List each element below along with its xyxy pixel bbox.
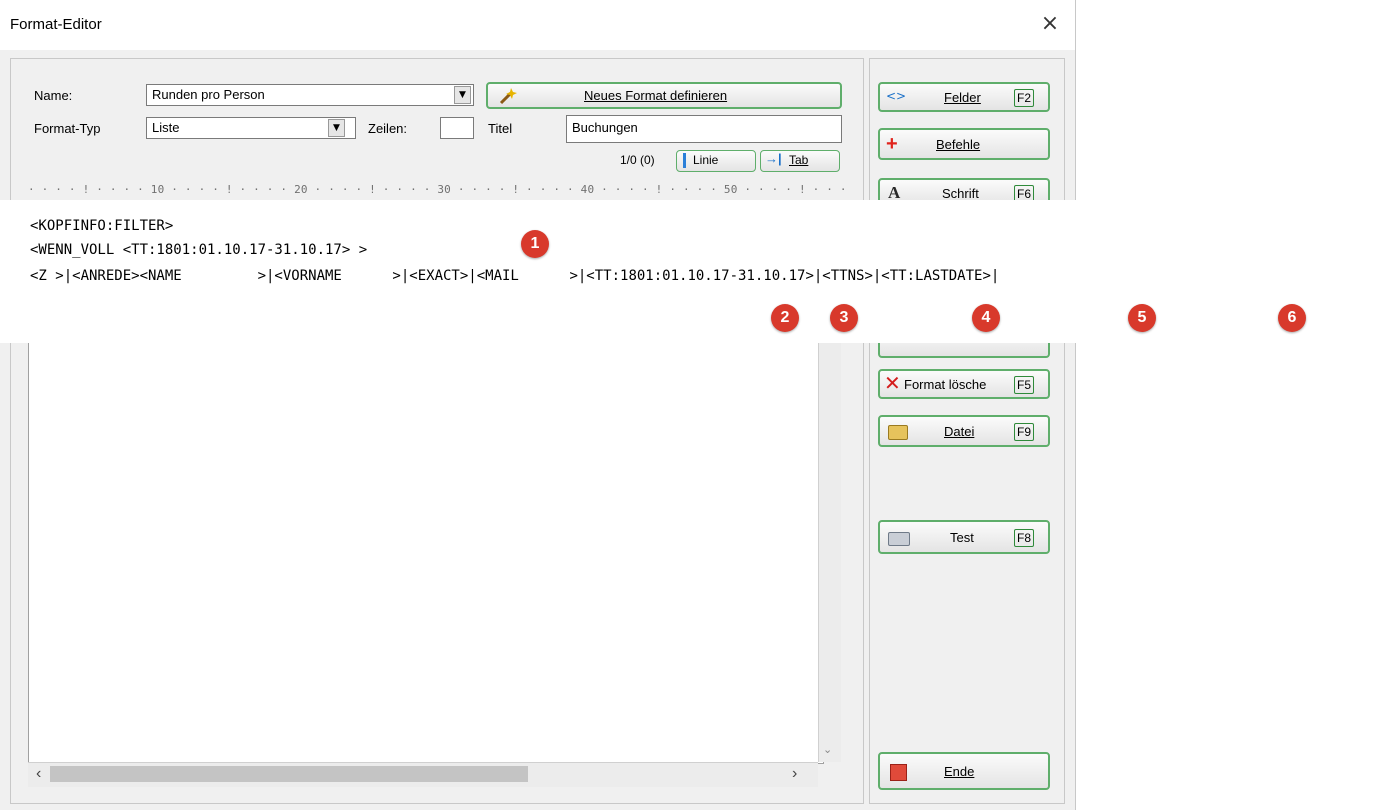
annotation-marker-3: 3: [830, 304, 858, 332]
chevron-down-icon[interactable]: ▼: [454, 86, 471, 104]
fields-shortcut: F2: [1014, 89, 1035, 107]
code-line-2[interactable]: <WENN_VOLL <TT:1801:01.10.17-31.10.17> >: [30, 242, 367, 258]
end-label: Ende: [944, 764, 975, 779]
format-editor-window: Format-Editor × Name: Runden pro Person …: [0, 0, 1076, 810]
line-button-label: Linie: [693, 153, 719, 167]
file-label: Datei: [944, 424, 975, 439]
line-icon: [683, 153, 686, 168]
tab-button-label: Tab: [789, 153, 809, 167]
fields-label: Felder: [944, 90, 981, 105]
format-type-select[interactable]: Liste: [146, 117, 356, 139]
title-bar: Format-Editor ×: [0, 0, 1075, 50]
close-icon[interactable]: ×: [1036, 10, 1064, 38]
file-shortcut: F9: [1014, 423, 1035, 441]
delete-format-label: Format lösche: [904, 377, 987, 392]
annotation-marker-4: 4: [972, 304, 1000, 332]
line-button[interactable]: Linie: [676, 150, 756, 172]
format-type-label: Format-Typ: [34, 121, 101, 136]
scroll-right-icon[interactable]: ›: [792, 765, 797, 783]
title-label: Titel: [488, 121, 513, 136]
annotation-marker-1: 1: [521, 230, 549, 258]
name-label: Name:: [34, 88, 73, 103]
delete-format-shortcut: F5: [1014, 376, 1035, 394]
commands-button[interactable]: + Befehle: [878, 128, 1050, 160]
test-button[interactable]: Test F8: [878, 520, 1050, 554]
code-line-3[interactable]: <Z >|<ANREDE><NAME >|<VORNAME >|<EXACT>|…: [30, 268, 999, 284]
annotation-marker-5: 5: [1128, 304, 1156, 332]
chevron-down-icon[interactable]: ▼: [328, 119, 345, 137]
delete-x-icon: ✕: [884, 373, 901, 395]
rows-label: Zeilen:: [368, 121, 408, 136]
name-select[interactable]: Runden pro Person: [146, 84, 474, 106]
code-line-1[interactable]: <KOPFINFO:FILTER>: [30, 218, 173, 234]
test-label: Test: [950, 530, 974, 545]
commands-label: Befehle: [936, 137, 981, 152]
magic-wand-icon: [499, 88, 517, 105]
fields-icon: <>: [886, 89, 907, 103]
code-zoom-overlay: <KOPFINFO:FILTER> <WENN_VOLL <TT:1801:01…: [0, 200, 1377, 343]
fields-button[interactable]: <> Felder F2: [878, 82, 1050, 112]
scroll-left-icon[interactable]: ‹: [36, 765, 41, 783]
font-label: Schrift: [942, 186, 979, 201]
horizontal-scroll-thumb[interactable]: [50, 766, 528, 782]
rows-input[interactable]: [440, 117, 474, 139]
column-ruler: · · · · ! · · · · 10 · · · · ! · · · · 2…: [28, 183, 844, 196]
format-type-value: Liste: [152, 120, 180, 135]
folder-icon: [888, 425, 908, 440]
tab-button[interactable]: →| Tab: [760, 150, 840, 172]
plus-icon: +: [886, 133, 898, 155]
file-button[interactable]: Datei F9: [878, 415, 1050, 447]
new-format-button[interactable]: Neues Format definieren: [486, 82, 842, 109]
end-button[interactable]: Ende: [878, 752, 1050, 790]
annotation-marker-2: 2: [771, 304, 799, 332]
tab-arrow-icon: →|: [765, 151, 782, 166]
row-counter: 1/0 (0): [620, 153, 655, 167]
scroll-down-icon[interactable]: ⌄: [823, 743, 832, 756]
title-input-value: Buchungen: [572, 120, 638, 135]
test-shortcut: F8: [1014, 529, 1035, 547]
name-select-value: Runden pro Person: [152, 87, 265, 102]
new-format-label: Neues Format definieren: [584, 88, 728, 103]
printer-icon: [888, 532, 910, 546]
title-input[interactable]: Buchungen: [566, 115, 842, 143]
window-title: Format-Editor: [10, 16, 102, 33]
delete-format-button[interactable]: ✕ Format lösche F5: [878, 369, 1050, 399]
exit-icon: [890, 764, 907, 781]
annotation-marker-6: 6: [1278, 304, 1306, 332]
